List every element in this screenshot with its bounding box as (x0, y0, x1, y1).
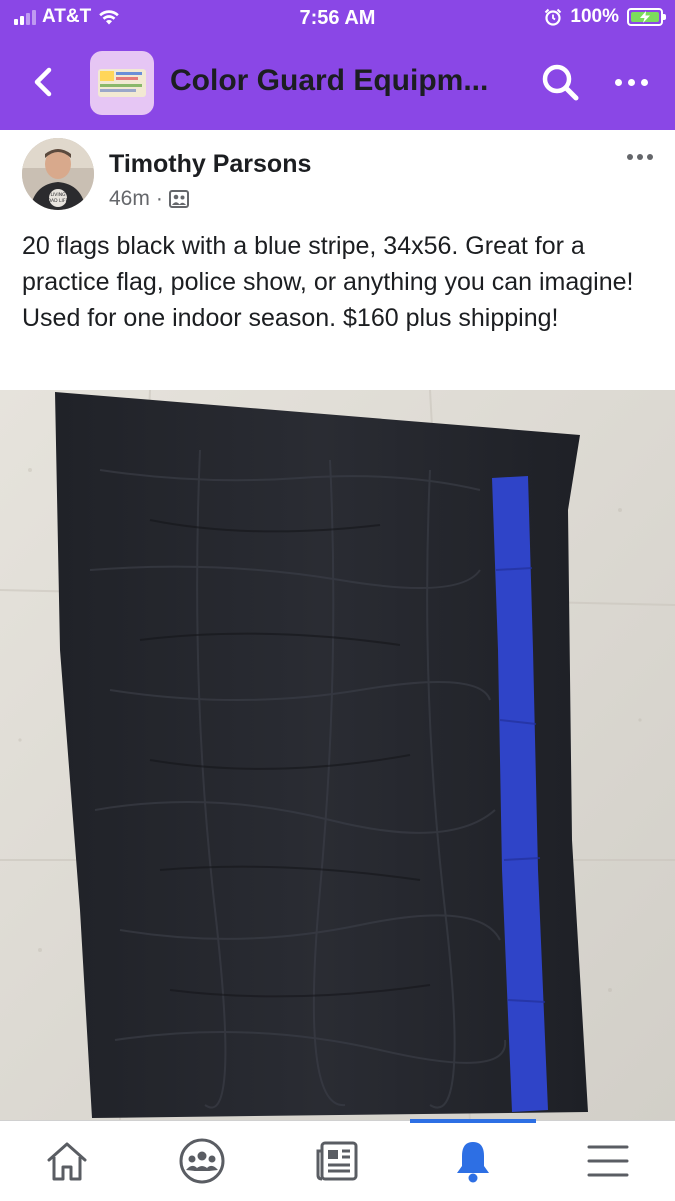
bell-icon (457, 1142, 489, 1183)
svg-text:LIVING: LIVING (50, 192, 66, 198)
nav-row: Color Guard Equipm... (0, 48, 675, 120)
groups-icon (179, 1138, 225, 1184)
bottom-tab-bar (0, 1119, 675, 1201)
group-image (98, 69, 146, 97)
avatar[interactable]: LIVING DAD LIFE (22, 138, 94, 210)
status-right: 100% (544, 6, 666, 28)
post-author[interactable]: Timothy Parsons (109, 150, 311, 179)
alarm-icon (545, 8, 562, 26)
news-feed-icon (316, 1141, 358, 1181)
post-text: 20 flags black with a blue stripe, 34x56… (22, 232, 634, 332)
post-header: LIVING DAD LIFE Timothy Parsons 46m · (0, 130, 675, 225)
chevron-left-icon[interactable] (24, 62, 64, 102)
tab-notifications[interactable] (443, 1135, 503, 1187)
group-title[interactable]: Color Guard Equipm... (170, 64, 488, 98)
post-time[interactable]: 46m (109, 187, 150, 211)
top-bar: AT&T 7:56 AM 100% Color Guard Equipm... (0, 0, 675, 130)
tab-menu[interactable] (578, 1135, 638, 1187)
tab-news[interactable] (307, 1135, 367, 1187)
status-bar: AT&T 7:56 AM 100% (0, 0, 675, 40)
battery-percent: 100% (570, 6, 619, 27)
meta-separator: · (155, 187, 163, 210)
search-icon[interactable] (538, 60, 582, 104)
battery-charging-icon (627, 8, 666, 26)
flag-photo (0, 390, 675, 1120)
avatar-image: LIVING DAD LIFE (22, 138, 94, 210)
group-thumbnail[interactable] (90, 51, 154, 115)
tab-home[interactable] (37, 1135, 97, 1187)
hamburger-menu-icon (587, 1145, 629, 1177)
post-photo[interactable] (0, 390, 675, 1120)
more-dots-icon[interactable] (604, 62, 658, 102)
group-members-icon (168, 190, 189, 208)
post-meta: 46m · (109, 187, 189, 211)
post-options-icon[interactable] (620, 142, 660, 172)
tab-groups[interactable] (172, 1135, 232, 1187)
active-tab-indicator (410, 1119, 536, 1123)
svg-text:DAD LIFE: DAD LIFE (48, 198, 69, 204)
home-icon (47, 1142, 87, 1181)
